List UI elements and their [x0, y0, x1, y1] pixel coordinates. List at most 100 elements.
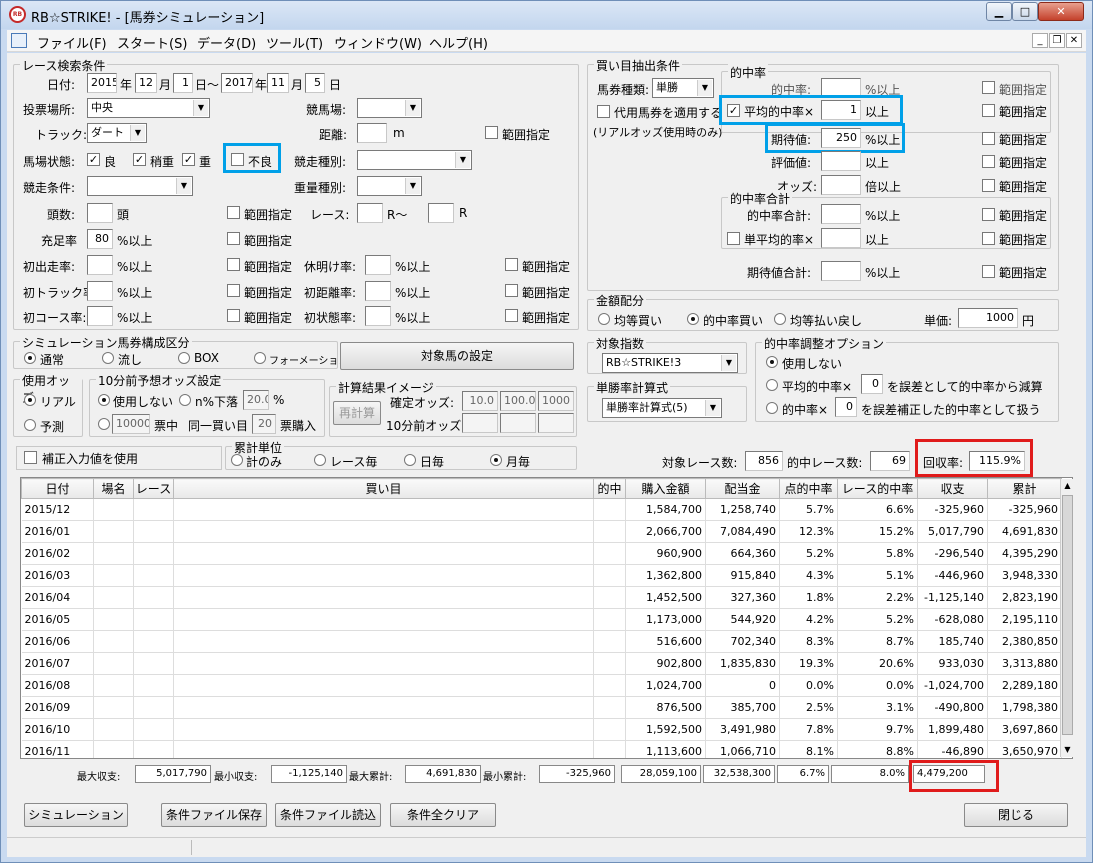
- menu-help[interactable]: ヘルプ(H): [429, 33, 488, 52]
- column-header[interactable]: 日付: [21, 478, 94, 499]
- shoritsu-select[interactable]: 単勝率計算式(5) ▼: [602, 398, 722, 418]
- race-from-input[interactable]: [357, 203, 383, 223]
- tosu-input[interactable]: [87, 203, 113, 223]
- shukei-day-radio[interactable]: [404, 454, 416, 466]
- table-row[interactable]: 2016/03 1,362,800 915,840 4.3% 5.1% -446,960 3…: [21, 564, 1062, 587]
- avg-range-checkbox[interactable]: [982, 104, 995, 117]
- odds10-buy-radio[interactable]: [98, 418, 110, 430]
- adj-avg-radio[interactable]: [766, 379, 778, 391]
- table-row[interactable]: 2016/10 1,592,500 3,491,980 7.8% 9.7% 1,899,4…: [21, 718, 1062, 741]
- from-month-input[interactable]: 12: [135, 73, 157, 93]
- column-header[interactable]: 場名: [93, 478, 134, 499]
- table-row[interactable]: 2016/07 902,800 1,835,830 19.3% 20.6% 933,030…: [21, 652, 1062, 675]
- tanka-input[interactable]: 1000: [958, 308, 1018, 328]
- menu-window[interactable]: ウィンドウ(W): [334, 33, 422, 52]
- table-row[interactable]: 2016/09 876,500 385,700 2.5% 3.1% -490,800 1,7…: [21, 696, 1062, 719]
- goukei-input[interactable]: [821, 204, 861, 224]
- shukei-total-radio[interactable]: [231, 454, 243, 466]
- scroll-thumb[interactable]: [1062, 495, 1073, 735]
- shotrack-input[interactable]: [87, 281, 113, 301]
- column-header[interactable]: 購入金額: [625, 478, 706, 499]
- baba-good-checkbox[interactable]: ✓: [87, 153, 100, 166]
- recalc-button[interactable]: 再計算: [333, 401, 381, 425]
- column-header[interactable]: 収支: [917, 478, 988, 499]
- menu-tool[interactable]: ツール(T): [266, 33, 323, 52]
- menu-file[interactable]: ファイル(F): [37, 33, 107, 52]
- kyumei-input[interactable]: [365, 255, 391, 275]
- tosu-range-checkbox[interactable]: [227, 206, 240, 219]
- odds-input[interactable]: [821, 175, 861, 195]
- hyoka-input[interactable]: [821, 151, 861, 171]
- adj-none-radio[interactable]: [766, 356, 778, 368]
- sim-box-radio[interactable]: [178, 352, 190, 364]
- simulate-button[interactable]: シミュレーション: [24, 803, 128, 827]
- shoshutsu-range-checkbox[interactable]: [227, 258, 240, 271]
- kitai-range-checkbox[interactable]: [982, 132, 995, 145]
- adj-hosei-radio[interactable]: [766, 402, 778, 414]
- kingaku-tekichu-radio[interactable]: [687, 313, 699, 325]
- shojotai-range-checkbox[interactable]: [505, 309, 518, 322]
- baba-omo-checkbox[interactable]: ✓: [182, 153, 195, 166]
- table-scrollbar[interactable]: ▲ ▼: [1060, 479, 1074, 757]
- from-day-input[interactable]: 1: [173, 73, 193, 93]
- column-header[interactable]: 的中: [593, 478, 626, 499]
- juten-range-checkbox[interactable]: [227, 232, 240, 245]
- goukei-range-checkbox[interactable]: [982, 208, 995, 221]
- shojotai-input[interactable]: [365, 306, 391, 326]
- clear-condition-button[interactable]: 条件全クリア: [390, 803, 496, 827]
- mdi-close-icon[interactable]: ✕: [1066, 33, 1082, 48]
- minimize-button[interactable]: ▁: [986, 2, 1012, 21]
- table-row[interactable]: 2016/08 1,024,700 0 0.0% 0.0% -1,024,700 2,289…: [21, 674, 1062, 697]
- table-row[interactable]: 2016/01 2,066,700 7,084,490 12.3% 15.2% 5,017…: [21, 520, 1062, 543]
- column-header[interactable]: 買い目: [173, 478, 594, 499]
- keibajo-select[interactable]: ▼: [357, 98, 422, 118]
- column-header[interactable]: 累計: [987, 478, 1062, 499]
- table-row[interactable]: 2015/12 1,584,700 1,258,740 5.7% 6.6% -325,96…: [21, 498, 1062, 521]
- shukei-race-radio[interactable]: [314, 454, 326, 466]
- shisu-select[interactable]: RB☆STRIKE!3 ▼: [602, 353, 738, 373]
- shukei-month-radio[interactable]: [490, 454, 502, 466]
- close-button[interactable]: 閉じる: [964, 803, 1068, 827]
- column-header[interactable]: 配当金: [705, 478, 780, 499]
- column-header[interactable]: 点的中率: [779, 478, 838, 499]
- tanheikin-range-checkbox[interactable]: [982, 232, 995, 245]
- hyoka-range-checkbox[interactable]: [982, 155, 995, 168]
- table-row[interactable]: 2016/02 960,900 664,360 5.2% 5.8% -296,540 4,3…: [21, 542, 1062, 565]
- shoshutsu-input[interactable]: [87, 255, 113, 275]
- juten-input[interactable]: 80: [87, 229, 113, 249]
- menu-data[interactable]: データ(D): [197, 33, 256, 52]
- to-year-input[interactable]: 2017: [221, 73, 253, 93]
- results-table[interactable]: 日付 場名 レース 買い目 的中 購入金額 配当金 点的中率 レース的中率 収支 累計 2015/1…: [20, 477, 1073, 759]
- to-month-input[interactable]: 11: [267, 73, 289, 93]
- close-window-button[interactable]: ✕: [1038, 2, 1084, 21]
- kyoso-joken-select[interactable]: ▼: [87, 176, 193, 196]
- kitai-goukei-range-checkbox[interactable]: [982, 265, 995, 278]
- table-row[interactable]: 2016/06 516,600 702,340 8.3% 8.7% 185,740 2,38…: [21, 630, 1062, 653]
- sim-formation-radio[interactable]: [254, 352, 266, 364]
- scroll-down-icon[interactable]: ▼: [1061, 743, 1074, 757]
- target-horse-button[interactable]: 対象馬の設定: [340, 342, 574, 370]
- baba-yayaomo-checkbox[interactable]: ✓: [133, 153, 146, 166]
- column-header[interactable]: レース: [133, 478, 174, 499]
- maximize-button[interactable]: □: [1012, 2, 1038, 21]
- kyumei-range-checkbox[interactable]: [505, 258, 518, 271]
- to-day-input[interactable]: 5: [305, 73, 325, 93]
- odds-yosoku-radio[interactable]: [24, 419, 36, 431]
- kingaku-payout-radio[interactable]: [774, 313, 786, 325]
- mdi-minimize-icon[interactable]: _: [1032, 33, 1048, 48]
- shocourse-range-checkbox[interactable]: [227, 309, 240, 322]
- mdi-restore-icon[interactable]: ❐: [1049, 33, 1065, 48]
- daiyo-checkbox[interactable]: [597, 105, 610, 118]
- odds-range-checkbox[interactable]: [982, 179, 995, 192]
- shokyori-input[interactable]: [365, 281, 391, 301]
- tanheikin-checkbox[interactable]: [727, 232, 740, 245]
- kingaku-equal-radio[interactable]: [598, 313, 610, 325]
- juryo-select[interactable]: ▼: [357, 176, 422, 196]
- odds-real-radio[interactable]: [24, 394, 36, 406]
- kitai-goukei-input[interactable]: [821, 261, 861, 281]
- menu-start[interactable]: スタート(S): [117, 33, 187, 52]
- distance-range-checkbox[interactable]: [485, 126, 498, 139]
- save-condition-button[interactable]: 条件ファイル保存: [161, 803, 267, 827]
- sim-nagashi-radio[interactable]: [102, 352, 114, 364]
- odds10-pct-input[interactable]: 20.0: [243, 390, 269, 410]
